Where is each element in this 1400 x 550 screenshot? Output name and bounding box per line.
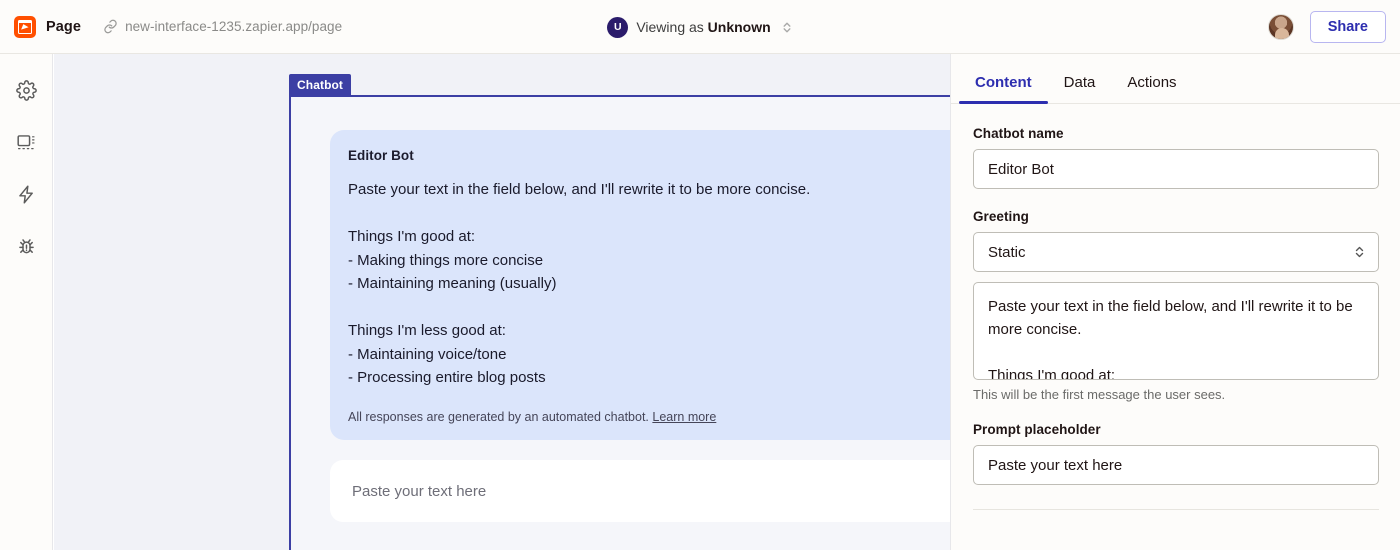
top-bar-right: Share bbox=[1267, 0, 1386, 54]
bot-name: Editor Bot bbox=[348, 148, 414, 163]
tab-data[interactable]: Data bbox=[1048, 75, 1112, 103]
top-bar: Page new-interface-1235.zapier.app/page … bbox=[0, 0, 1400, 54]
settings-panel: Content Data Actions Chatbot name Editor… bbox=[950, 54, 1400, 550]
tab-actions[interactable]: Actions bbox=[1111, 75, 1192, 103]
field-chatbot-name: Chatbot name Editor Bot bbox=[973, 126, 1379, 189]
chat-bubble: Editor Bot Paste your text in the field … bbox=[330, 130, 1002, 440]
zapier-page-icon bbox=[14, 15, 36, 38]
prompt-placeholder-input[interactable]: Paste your text here bbox=[973, 445, 1379, 485]
page-url-text: new-interface-1235.zapier.app/page bbox=[125, 19, 343, 34]
lightning-bolt-icon bbox=[18, 184, 33, 204]
chevron-up-down-icon bbox=[1355, 246, 1364, 258]
learn-more-link[interactable]: Learn more bbox=[652, 410, 716, 424]
disclaimer-text: All responses are generated by an automa… bbox=[348, 409, 653, 424]
panel-divider bbox=[973, 509, 1379, 510]
greeting-message-textarea[interactable]: Paste your text in the field below, and … bbox=[973, 282, 1379, 380]
prompt-placeholder-label: Prompt placeholder bbox=[973, 422, 1101, 437]
gear-icon bbox=[15, 79, 37, 101]
sidebar-item-automation[interactable] bbox=[12, 180, 40, 208]
widget-tag-badge: Chatbot bbox=[289, 74, 352, 96]
greeting-type-select[interactable]: Static bbox=[973, 232, 1379, 272]
viewer-avatar: U bbox=[607, 16, 629, 38]
greeting-help-text: This will be the first message the user … bbox=[973, 387, 1226, 402]
chatbot-name-input[interactable]: Editor Bot bbox=[973, 149, 1379, 189]
chevron-up-down-icon[interactable] bbox=[781, 20, 793, 35]
link-icon bbox=[104, 19, 117, 34]
bug-icon bbox=[18, 238, 34, 253]
tab-content[interactable]: Content bbox=[959, 75, 1048, 104]
viewing-as-prefix: Viewing as bbox=[636, 19, 708, 35]
panel-body: Chatbot name Editor Bot Greeting Static … bbox=[951, 104, 1400, 510]
app-root: Page new-interface-1235.zapier.app/page … bbox=[0, 0, 1400, 550]
greeting-type-value: Static bbox=[988, 243, 1026, 261]
viewing-as-name: Unknown bbox=[707, 19, 771, 35]
greeting-label: Greeting bbox=[973, 209, 1029, 224]
chatbot-disclaimer: All responses are generated by an automa… bbox=[348, 410, 980, 424]
chat-prompt-input[interactable]: Paste your text here bbox=[330, 460, 1002, 522]
chat-prompt-placeholder: Paste your text here bbox=[352, 482, 487, 500]
sidebar bbox=[0, 54, 53, 550]
bot-greeting-message: Paste your text in the field below, and … bbox=[348, 181, 811, 386]
chatbot-name-label: Chatbot name bbox=[973, 126, 1064, 141]
sidebar-item-debug[interactable] bbox=[12, 232, 40, 260]
field-greeting: Greeting Static Paste your text in the f… bbox=[973, 209, 1379, 402]
layout-icon bbox=[16, 134, 35, 149]
page-title: Page bbox=[46, 18, 82, 35]
share-button[interactable]: Share bbox=[1309, 10, 1386, 44]
field-prompt-placeholder: Prompt placeholder Paste your text here bbox=[973, 422, 1379, 485]
chatbot-widget[interactable]: Chatbot Editor Bot Paste your text in th… bbox=[289, 74, 1049, 550]
avatar[interactable] bbox=[1267, 14, 1294, 40]
page-url[interactable]: new-interface-1235.zapier.app/page bbox=[103, 19, 342, 34]
viewing-as-label: Viewing as Unknown bbox=[636, 19, 770, 35]
panel-tabs: Content Data Actions bbox=[951, 54, 1400, 104]
sidebar-item-layout[interactable] bbox=[12, 128, 40, 156]
sidebar-item-settings[interactable] bbox=[12, 76, 40, 104]
top-bar-left: Page new-interface-1235.zapier.app/page bbox=[0, 15, 342, 38]
